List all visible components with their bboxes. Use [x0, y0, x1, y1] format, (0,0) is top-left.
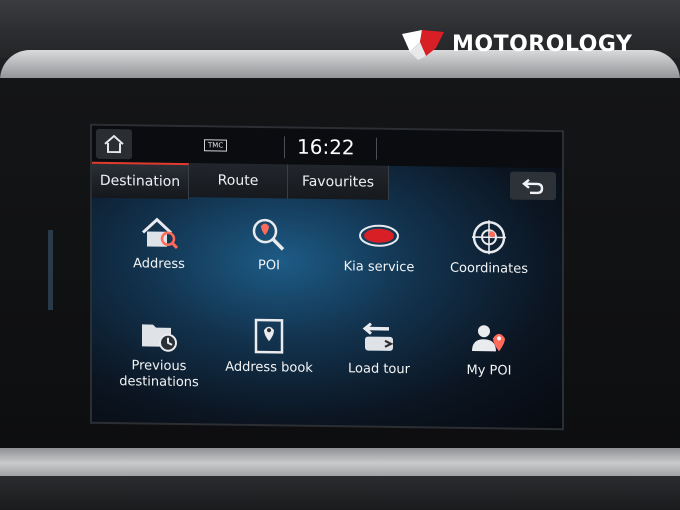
crosshair-icon: [472, 220, 506, 255]
menu-item-address[interactable]: Address: [104, 212, 214, 304]
menu-item-label: Load tour: [348, 361, 410, 378]
dashboard-bottom: [0, 476, 680, 510]
folder-clock-icon: [142, 324, 177, 352]
menu-item-label: Address: [133, 256, 185, 273]
tab-bar: Destination Route Favourites: [92, 161, 562, 203]
back-arrow-icon: [522, 178, 544, 195]
menu-item-my-poi[interactable]: My POI: [434, 318, 544, 410]
menu-item-kia-service[interactable]: Kia service: [324, 215, 434, 307]
menu-item-label: Kia service: [343, 259, 415, 276]
destination-menu-grid: Address POI Kia service Coordinates Prev…: [92, 206, 562, 423]
status-divider: [284, 136, 285, 159]
house-search-icon: [141, 217, 179, 249]
menu-item-address-book[interactable]: Address book: [214, 315, 324, 407]
side-light: [48, 230, 53, 310]
clock: 16:22: [297, 134, 355, 160]
brand-watermark: MOTOROLOGY: [400, 24, 632, 64]
kia-logo-icon: [359, 224, 399, 247]
infotainment-screen: TMC 16:22 Destination Route Favourites A…: [90, 123, 564, 431]
menu-item-label: Previous destinations: [119, 358, 199, 391]
tab-favourites[interactable]: Favourites: [288, 164, 389, 200]
load-tour-icon: [362, 322, 394, 351]
poi-search-icon: [252, 218, 285, 251]
menu-item-coordinates[interactable]: Coordinates: [434, 216, 544, 308]
home-button[interactable]: [96, 128, 132, 160]
menu-item-previous-destinations[interactable]: Previous destinations: [104, 314, 214, 406]
menu-item-label: Coordinates: [449, 260, 529, 277]
menu-item-label: Address book: [225, 359, 313, 376]
person-pin-icon: [472, 325, 505, 352]
menu-item-label: POI: [258, 258, 280, 274]
brand-text: MOTOROLOGY: [452, 31, 633, 57]
menu-item-load-tour[interactable]: Load tour: [324, 317, 434, 409]
tab-destination[interactable]: Destination: [92, 161, 189, 200]
tab-route[interactable]: Route: [189, 163, 288, 199]
menu-item-poi[interactable]: POI: [214, 213, 324, 305]
chrome-trim-bottom: [0, 448, 680, 478]
home-icon: [104, 134, 124, 154]
motorology-logo-icon: [402, 30, 444, 60]
status-divider: [376, 137, 377, 160]
menu-item-label: My POI: [466, 362, 512, 379]
address-book-icon: [254, 318, 284, 354]
tmc-indicator: TMC: [204, 139, 228, 152]
back-button[interactable]: [510, 171, 556, 201]
